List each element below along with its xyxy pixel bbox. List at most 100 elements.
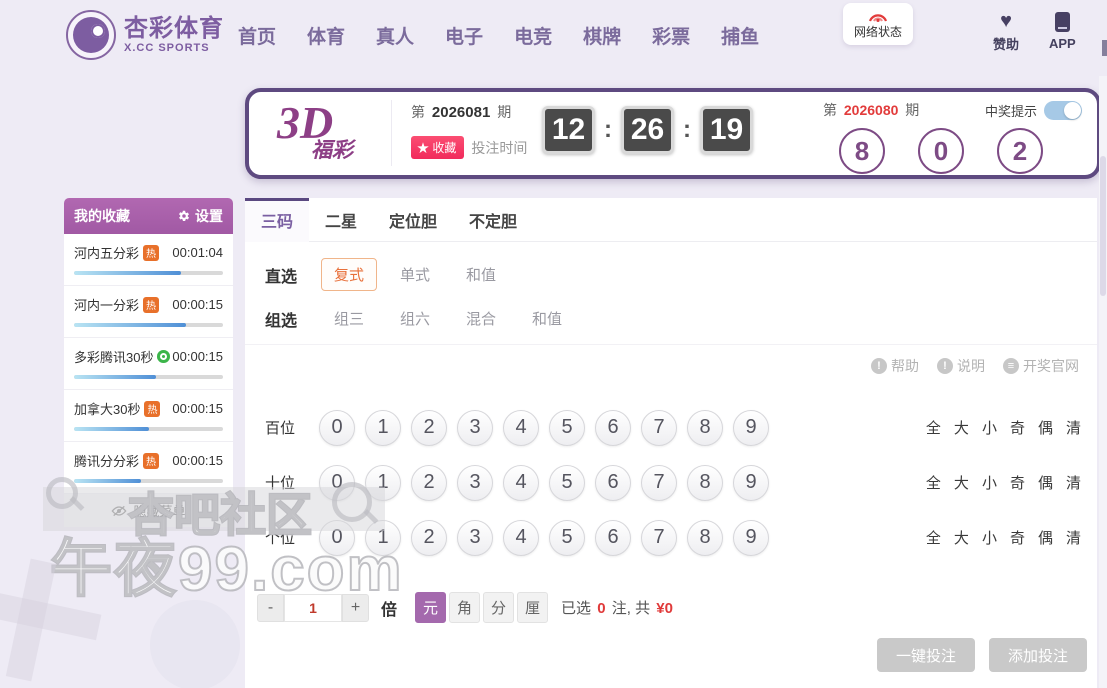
quick-even[interactable]: 偶: [1038, 527, 1053, 548]
scrollbar-thumb[interactable]: [1100, 156, 1106, 296]
tab-position[interactable]: 定位胆: [373, 198, 453, 242]
multiplier-input[interactable]: [284, 593, 342, 622]
section-divider: [245, 344, 1097, 345]
number-ball[interactable]: 4: [503, 519, 539, 556]
lottery-list-item[interactable]: 河内一分彩 热 00:00:15: [64, 286, 233, 338]
lottery-list-item[interactable]: 腾讯分分彩 热 00:00:15: [64, 442, 233, 494]
number-ball[interactable]: 3: [457, 464, 493, 501]
main-nav: 首页 体育 真人 电子 电竞 棋牌 彩票 捕鱼: [238, 22, 759, 49]
countdown-progressbar: [74, 323, 223, 327]
number-ball[interactable]: 2: [411, 409, 447, 446]
group-label-zuxuan: 组选: [265, 312, 298, 330]
unit-yuan[interactable]: 元: [415, 592, 447, 623]
number-ball[interactable]: 7: [641, 464, 677, 501]
quick-odd[interactable]: 奇: [1010, 527, 1025, 548]
number-ball[interactable]: 5: [549, 409, 585, 446]
logo-subtitle: X.CC SPORTS: [124, 42, 210, 54]
lottery-list-item[interactable]: 多彩腾讯30秒 00:00:15: [64, 338, 233, 390]
number-ball[interactable]: 9: [733, 519, 769, 556]
quick-even[interactable]: 偶: [1038, 417, 1053, 438]
number-ball[interactable]: 7: [641, 409, 677, 446]
quick-clear[interactable]: 清: [1066, 472, 1081, 493]
quick-even[interactable]: 偶: [1038, 472, 1053, 493]
quick-small[interactable]: 小: [982, 527, 997, 548]
lottery-list-item[interactable]: 加拿大30秒 热 00:00:15: [64, 390, 233, 442]
option-fushi[interactable]: 复式: [321, 258, 378, 291]
number-ball[interactable]: 2: [411, 464, 447, 501]
number-ball[interactable]: 1: [365, 464, 401, 501]
number-ball[interactable]: 1: [365, 519, 401, 556]
number-ball[interactable]: 6: [595, 464, 631, 501]
sponsor-button[interactable]: ♥ 赞助: [993, 11, 1019, 53]
option-danshi[interactable]: 单式: [387, 258, 443, 291]
win-tip-toggle[interactable]: [1044, 100, 1082, 120]
number-ball[interactable]: 5: [549, 464, 585, 501]
option-zu-hezhi[interactable]: 和值: [519, 302, 575, 335]
number-ball[interactable]: 9: [733, 409, 769, 446]
number-ball[interactable]: 6: [595, 409, 631, 446]
multiplier-increase-button[interactable]: +: [342, 593, 369, 622]
app-download-button[interactable]: APP: [1049, 12, 1076, 51]
site-logo[interactable]: 杏彩体育 X.CC SPORTS: [66, 10, 224, 60]
unit-fen[interactable]: 分: [483, 592, 515, 623]
quick-all[interactable]: 全: [926, 472, 941, 493]
network-status-card[interactable]: 网络状态: [843, 3, 913, 45]
option-hezhi[interactable]: 和值: [453, 258, 509, 291]
quick-all[interactable]: 全: [926, 527, 941, 548]
nav-item-lottery[interactable]: 彩票: [652, 22, 690, 49]
quick-big[interactable]: 大: [954, 472, 969, 493]
multiplier-decrease-button[interactable]: -: [257, 593, 284, 622]
quick-small[interactable]: 小: [982, 417, 997, 438]
nav-item-home[interactable]: 首页: [238, 22, 276, 49]
nav-item-sports[interactable]: 体育: [307, 22, 345, 49]
number-ball[interactable]: 8: [687, 519, 723, 556]
quick-small[interactable]: 小: [982, 472, 997, 493]
quick-odd[interactable]: 奇: [1010, 417, 1025, 438]
nav-item-live[interactable]: 真人: [376, 22, 414, 49]
option-zuliu[interactable]: 组六: [387, 302, 443, 335]
unit-jiao[interactable]: 角: [449, 592, 481, 623]
number-ball[interactable]: 0: [319, 464, 355, 501]
page-scrollbar[interactable]: [1099, 76, 1107, 688]
tab-two-star[interactable]: 二星: [309, 198, 373, 242]
number-ball[interactable]: 6: [595, 519, 631, 556]
official-draw-site-link[interactable]: ≡ 开奖官网: [1003, 356, 1079, 376]
quick-bet-button[interactable]: 一键投注: [877, 638, 975, 672]
number-ball[interactable]: 3: [457, 519, 493, 556]
nav-item-esports[interactable]: 电竞: [514, 22, 552, 49]
number-ball[interactable]: 8: [687, 464, 723, 501]
quick-clear[interactable]: 清: [1066, 417, 1081, 438]
number-ball[interactable]: 5: [549, 519, 585, 556]
tab-no-position[interactable]: 不定胆: [453, 198, 533, 242]
number-ball[interactable]: 9: [733, 464, 769, 501]
quick-all[interactable]: 全: [926, 417, 941, 438]
hide-menu-button[interactable]: 隐藏菜单: [64, 494, 233, 527]
help-link[interactable]: ! 帮助: [871, 356, 919, 376]
number-ball[interactable]: 7: [641, 519, 677, 556]
number-ball[interactable]: 0: [319, 519, 355, 556]
quick-odd[interactable]: 奇: [1010, 472, 1025, 493]
document-circle-icon: ≡: [1003, 358, 1019, 374]
quick-big[interactable]: 大: [954, 527, 969, 548]
nav-item-cards[interactable]: 棋牌: [583, 22, 621, 49]
unit-li[interactable]: 厘: [517, 592, 549, 623]
number-ball[interactable]: 1: [365, 409, 401, 446]
number-ball[interactable]: 4: [503, 464, 539, 501]
nav-item-fishing[interactable]: 捕鱼: [721, 22, 759, 49]
number-ball[interactable]: 8: [687, 409, 723, 446]
instructions-link[interactable]: ! 说明: [937, 356, 985, 376]
lottery-list-item[interactable]: 河内五分彩 热 00:01:04: [64, 234, 233, 286]
settings-button[interactable]: 设置: [177, 206, 223, 226]
option-zusan[interactable]: 组三: [321, 302, 377, 335]
number-ball[interactable]: 4: [503, 409, 539, 446]
tab-three-digit[interactable]: 三码: [245, 198, 310, 242]
option-hunhe[interactable]: 混合: [453, 302, 509, 335]
add-bet-button[interactable]: 添加投注: [989, 638, 1087, 672]
number-ball[interactable]: 2: [411, 519, 447, 556]
quick-big[interactable]: 大: [954, 417, 969, 438]
nav-item-slots[interactable]: 电子: [445, 22, 483, 49]
favorite-badge[interactable]: ★ 收藏: [411, 136, 465, 159]
number-ball[interactable]: 0: [319, 409, 355, 446]
number-ball[interactable]: 3: [457, 409, 493, 446]
quick-clear[interactable]: 清: [1066, 527, 1081, 548]
